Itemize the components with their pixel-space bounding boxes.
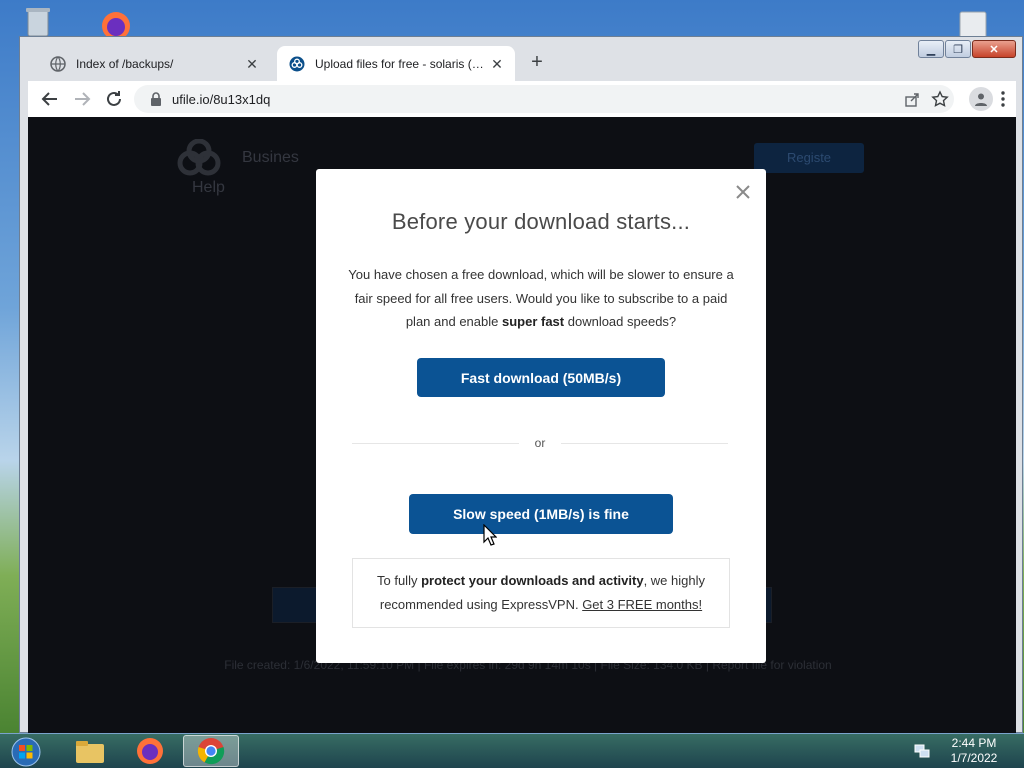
lock-icon[interactable]	[148, 91, 164, 107]
maximize-button[interactable]: ❐	[945, 40, 971, 58]
taskbar: 2:44 PM 1/7/2022	[0, 733, 1024, 768]
download-modal: Before your download starts... You have …	[316, 169, 766, 663]
vpn-offer-link[interactable]: Get 3 FREE months!	[582, 597, 702, 612]
site-logo: Busines Help	[176, 138, 299, 196]
minimize-button[interactable]: ▁	[918, 40, 944, 58]
forward-arrow-icon[interactable]	[70, 87, 94, 111]
address-url: ufile.io/8u13x1dq	[172, 91, 271, 107]
close-icon[interactable]	[734, 183, 752, 201]
clock-time: 2:44 PM	[951, 736, 997, 750]
globe-icon	[50, 55, 66, 72]
nav-help-link[interactable]: Help	[192, 179, 225, 197]
slow-download-button[interactable]: Slow speed (1MB/s) is fine	[409, 494, 673, 534]
or-divider: or	[352, 435, 729, 451]
new-tab-button[interactable]: +	[525, 51, 549, 75]
browser-window: Index of /backups/ ✕ Upload files for fr…	[19, 36, 1023, 733]
address-bar[interactable]: ufile.io/8u13x1dq	[134, 85, 954, 113]
reload-icon[interactable]	[102, 87, 126, 111]
back-arrow-icon[interactable]	[38, 87, 62, 111]
clock-date: 1/7/2022	[950, 751, 998, 765]
nav-business-link[interactable]: Busines	[242, 149, 299, 167]
system-clock[interactable]: 2:44 PM 1/7/2022	[944, 736, 1004, 766]
menu-kebab-icon[interactable]	[991, 87, 1015, 111]
fast-download-button[interactable]: Fast download (50MB/s)	[417, 358, 665, 397]
firefox-taskbar-icon[interactable]	[122, 735, 178, 767]
profile-avatar-icon[interactable]	[969, 87, 993, 111]
share-icon[interactable]	[898, 85, 926, 113]
tab-title: Index of /backups/	[76, 56, 174, 71]
network-tray-icon[interactable]	[913, 742, 931, 760]
tab-index-backups[interactable]: Index of /backups/ ✕	[38, 46, 270, 81]
ufile-logo-icon	[289, 56, 305, 72]
file-explorer-icon[interactable]	[62, 735, 118, 767]
tab-upload-files[interactable]: Upload files for free - solaris (1).c ✕	[277, 46, 515, 81]
tab-title: Upload files for free - solaris (1).c	[315, 56, 489, 71]
web-page: Busines Help Registe File created: 1/6/2…	[28, 117, 1016, 733]
chrome-taskbar-icon[interactable]	[183, 735, 239, 767]
start-button[interactable]	[6, 735, 46, 768]
vpn-promo-box: To fully protect your downloads and acti…	[352, 558, 730, 628]
bookmark-star-icon[interactable]	[926, 85, 954, 113]
register-button[interactable]: Registe	[754, 143, 864, 173]
tab-strip: Index of /backups/ ✕ Upload files for fr…	[20, 37, 1022, 81]
modal-title: Before your download starts...	[391, 209, 691, 234]
emphasis-super-fast: super fast	[501, 314, 565, 329]
tab-close-icon[interactable]: ✕	[244, 56, 260, 72]
close-window-button[interactable]: ✕	[972, 40, 1016, 58]
or-label: or	[534, 436, 546, 450]
tab-close-icon[interactable]: ✕	[489, 56, 505, 72]
browser-toolbar: ufile.io/8u13x1dq	[28, 81, 1016, 117]
modal-description: You have chosen a free download, which w…	[348, 267, 734, 329]
mouse-cursor-icon	[483, 523, 498, 546]
recycle-bin-icon[interactable]	[18, 4, 58, 40]
